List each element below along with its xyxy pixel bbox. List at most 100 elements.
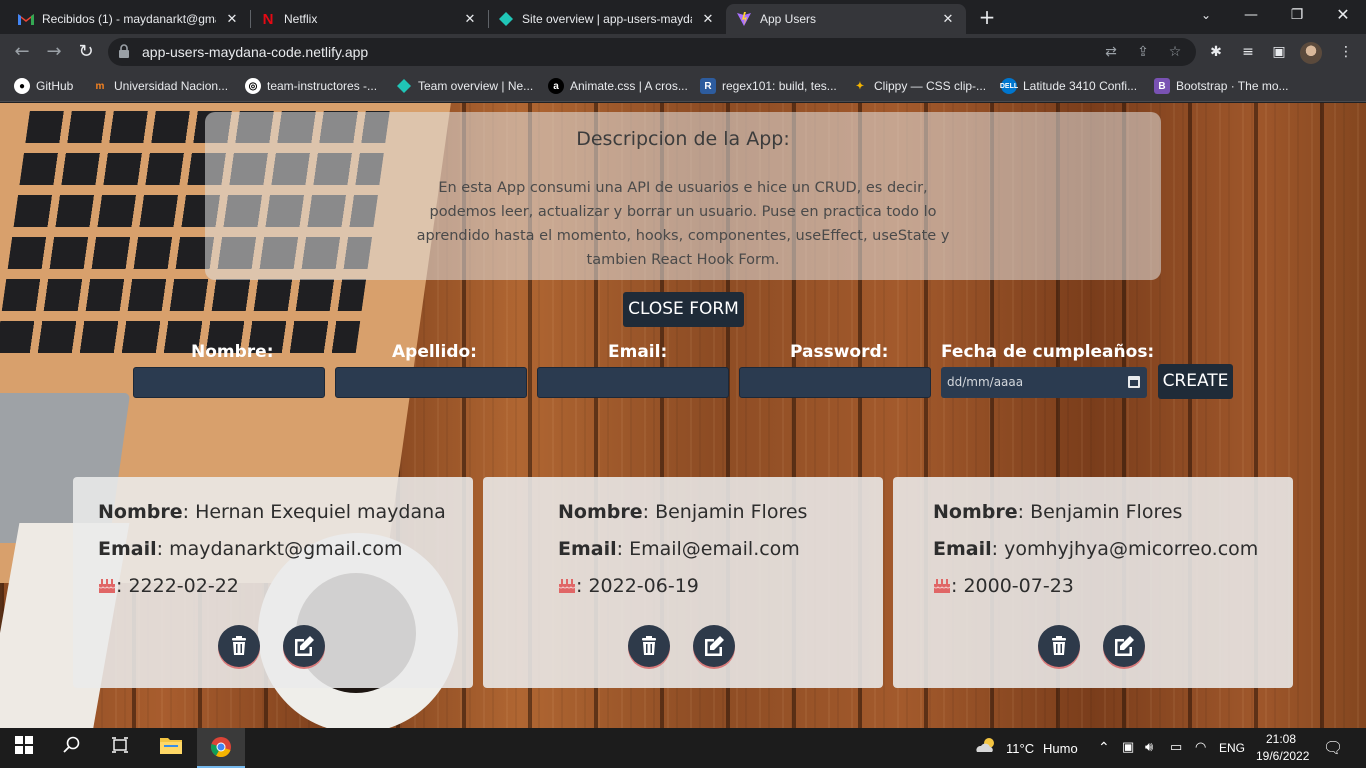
user-email: maydanarkt@gmail.com: [169, 538, 403, 560]
create-button[interactable]: CREATE: [1158, 364, 1233, 399]
chrome-button[interactable]: [209, 736, 233, 760]
netlify-icon: [396, 78, 412, 94]
reading-list-icon[interactable]: ≡: [1238, 42, 1258, 62]
volume-icon[interactable]: 🔊︎: [1145, 739, 1153, 755]
email-field-label: Email: [933, 538, 992, 560]
bookmark-universidad[interactable]: m Universidad Nacion...: [92, 76, 229, 96]
card-birthday-row: : 2022-06-19: [558, 575, 699, 597]
bookmark-animate-css[interactable]: a Animate.css | A cros...: [548, 76, 688, 96]
address-bar[interactable]: app-users-maydana-code.netlify.app ⇄ ⇪ ☆: [108, 38, 1196, 66]
chrome-icon: [211, 737, 231, 758]
task-view-button[interactable]: [108, 736, 132, 760]
bookmark-label: Universidad Nacion...: [114, 79, 229, 93]
github-icon: ●: [14, 78, 30, 94]
edit-button[interactable]: [283, 625, 325, 667]
email-input[interactable]: [537, 367, 729, 398]
battery-icon[interactable]: ▭: [1170, 739, 1182, 755]
bookmark-label: team-instructores -...: [267, 79, 378, 93]
tab-netlify-site[interactable]: Site overview | app-users-mayda ✕: [488, 4, 726, 34]
bookmark-latitude[interactable]: DELL Latitude 3410 Confi...: [1000, 76, 1137, 96]
edit-button[interactable]: [693, 625, 735, 667]
close-tab-icon[interactable]: ✕: [700, 11, 716, 27]
bookmark-regex101[interactable]: R regex101: build, tes...: [700, 76, 837, 96]
calendar-icon[interactable]: [1128, 376, 1140, 388]
meet-now-icon[interactable]: ▣: [1122, 739, 1134, 755]
password-label: Password:: [790, 342, 889, 362]
bookmark-bootstrap[interactable]: B Bootstrap · The mo...: [1154, 76, 1289, 96]
bookmark-label: Team overview | Ne...: [418, 79, 534, 93]
tab-title: App Users: [760, 12, 817, 26]
delete-button[interactable]: [628, 625, 670, 667]
bookmark-clippy[interactable]: ✦ Clippy — CSS clip-...: [852, 76, 986, 96]
birthday-date-input[interactable]: dd/mm/aaaa: [941, 367, 1147, 398]
share-icon[interactable]: ⇪: [1134, 43, 1152, 61]
tab-netflix[interactable]: N Netflix ✕: [250, 4, 488, 34]
name-label: Nombre: [933, 501, 1018, 523]
edit-icon: [705, 636, 724, 656]
weather-condition[interactable]: Humo: [1043, 741, 1078, 756]
user-card: Nombre: Benjamin Flores Email: Email@ema…: [483, 477, 883, 688]
forward-button[interactable]: →: [42, 40, 66, 64]
team-icon: ◎: [245, 78, 261, 94]
clock-date[interactable]: 19/6/2022: [1256, 749, 1309, 763]
bookmark-team-instructores[interactable]: ◎ team-instructores -...: [245, 76, 377, 96]
password-input[interactable]: [739, 367, 931, 398]
start-button[interactable]: [12, 736, 36, 760]
restore-button[interactable]: ❐: [1274, 0, 1320, 30]
wifi-icon[interactable]: ◠: [1195, 739, 1206, 755]
bookmark-team-overview[interactable]: Team overview | Ne...: [396, 76, 533, 96]
delete-button[interactable]: [218, 625, 260, 667]
delete-button[interactable]: [1038, 625, 1080, 667]
user-email: yomhyjhya@micorreo.com: [1004, 538, 1259, 560]
email-field-label: Email: [98, 538, 157, 560]
weather-temperature[interactable]: 11°C: [1006, 741, 1034, 756]
gmail-icon: [18, 11, 34, 27]
card-name-row: Nombre: Benjamin Flores: [933, 501, 1183, 523]
tab-title: Netflix: [284, 12, 318, 26]
bookmark-label: GitHub: [36, 79, 74, 93]
close-window-button[interactable]: ✕: [1320, 0, 1366, 30]
university-icon: m: [95, 80, 105, 92]
bookmark-label: Bootstrap · The mo...: [1176, 79, 1289, 93]
menu-icon[interactable]: ⋮: [1336, 42, 1356, 62]
lock-icon[interactable]: [118, 44, 134, 60]
bookmark-star-icon[interactable]: ☆: [1166, 43, 1184, 61]
file-explorer-button[interactable]: [159, 736, 183, 760]
minimize-button[interactable]: —: [1228, 0, 1274, 30]
language-indicator[interactable]: ENG: [1219, 741, 1245, 755]
apellido-input[interactable]: [335, 367, 527, 398]
windows-icon: [15, 736, 33, 754]
email-field-label: Email: [558, 538, 617, 560]
back-button[interactable]: ←: [10, 40, 34, 64]
description-title: Descripcion de la App:: [576, 128, 790, 150]
side-panel-icon[interactable]: ▣: [1269, 42, 1289, 62]
profile-avatar[interactable]: [1300, 42, 1322, 64]
tab-search-icon[interactable]: ⌄: [1183, 0, 1229, 30]
dell-icon: DELL: [1000, 78, 1018, 94]
extensions-icon[interactable]: ✱: [1206, 42, 1226, 62]
bookmark-github[interactable]: ● GitHub: [14, 76, 73, 96]
translate-icon[interactable]: ⇄: [1102, 43, 1120, 61]
new-tab-button[interactable]: +: [976, 6, 998, 28]
reload-button[interactable]: ↻: [74, 40, 98, 64]
edit-button[interactable]: [1103, 625, 1145, 667]
tab-app-users[interactable]: App Users ✕: [726, 4, 966, 34]
close-tab-icon[interactable]: ✕: [940, 11, 956, 27]
weather-icon[interactable]: [974, 736, 998, 760]
search-button[interactable]: [60, 736, 84, 760]
bookmark-label: regex101: build, tes...: [722, 79, 837, 93]
card-name-row: Nombre: Benjamin Flores: [558, 501, 808, 523]
close-tab-icon[interactable]: ✕: [224, 11, 240, 27]
tab-gmail[interactable]: Recibidos (1) - maydanarkt@gma ✕: [8, 4, 250, 34]
close-form-button[interactable]: CLOSE FORM: [623, 292, 744, 327]
clock-time[interactable]: 21:08: [1266, 732, 1296, 746]
user-email: Email@email.com: [629, 538, 800, 560]
edit-icon: [1115, 636, 1134, 656]
nombre-input[interactable]: [133, 367, 325, 398]
url-text: app-users-maydana-code.netlify.app: [142, 44, 369, 60]
bookmark-label: Clippy — CSS clip-...: [874, 79, 987, 93]
show-hidden-icons-icon[interactable]: ⌃: [1098, 739, 1110, 756]
close-tab-icon[interactable]: ✕: [462, 11, 478, 27]
notifications-icon[interactable]: 🗨︎: [1323, 738, 1343, 758]
bookmark-label: Animate.css | A cros...: [570, 79, 688, 93]
